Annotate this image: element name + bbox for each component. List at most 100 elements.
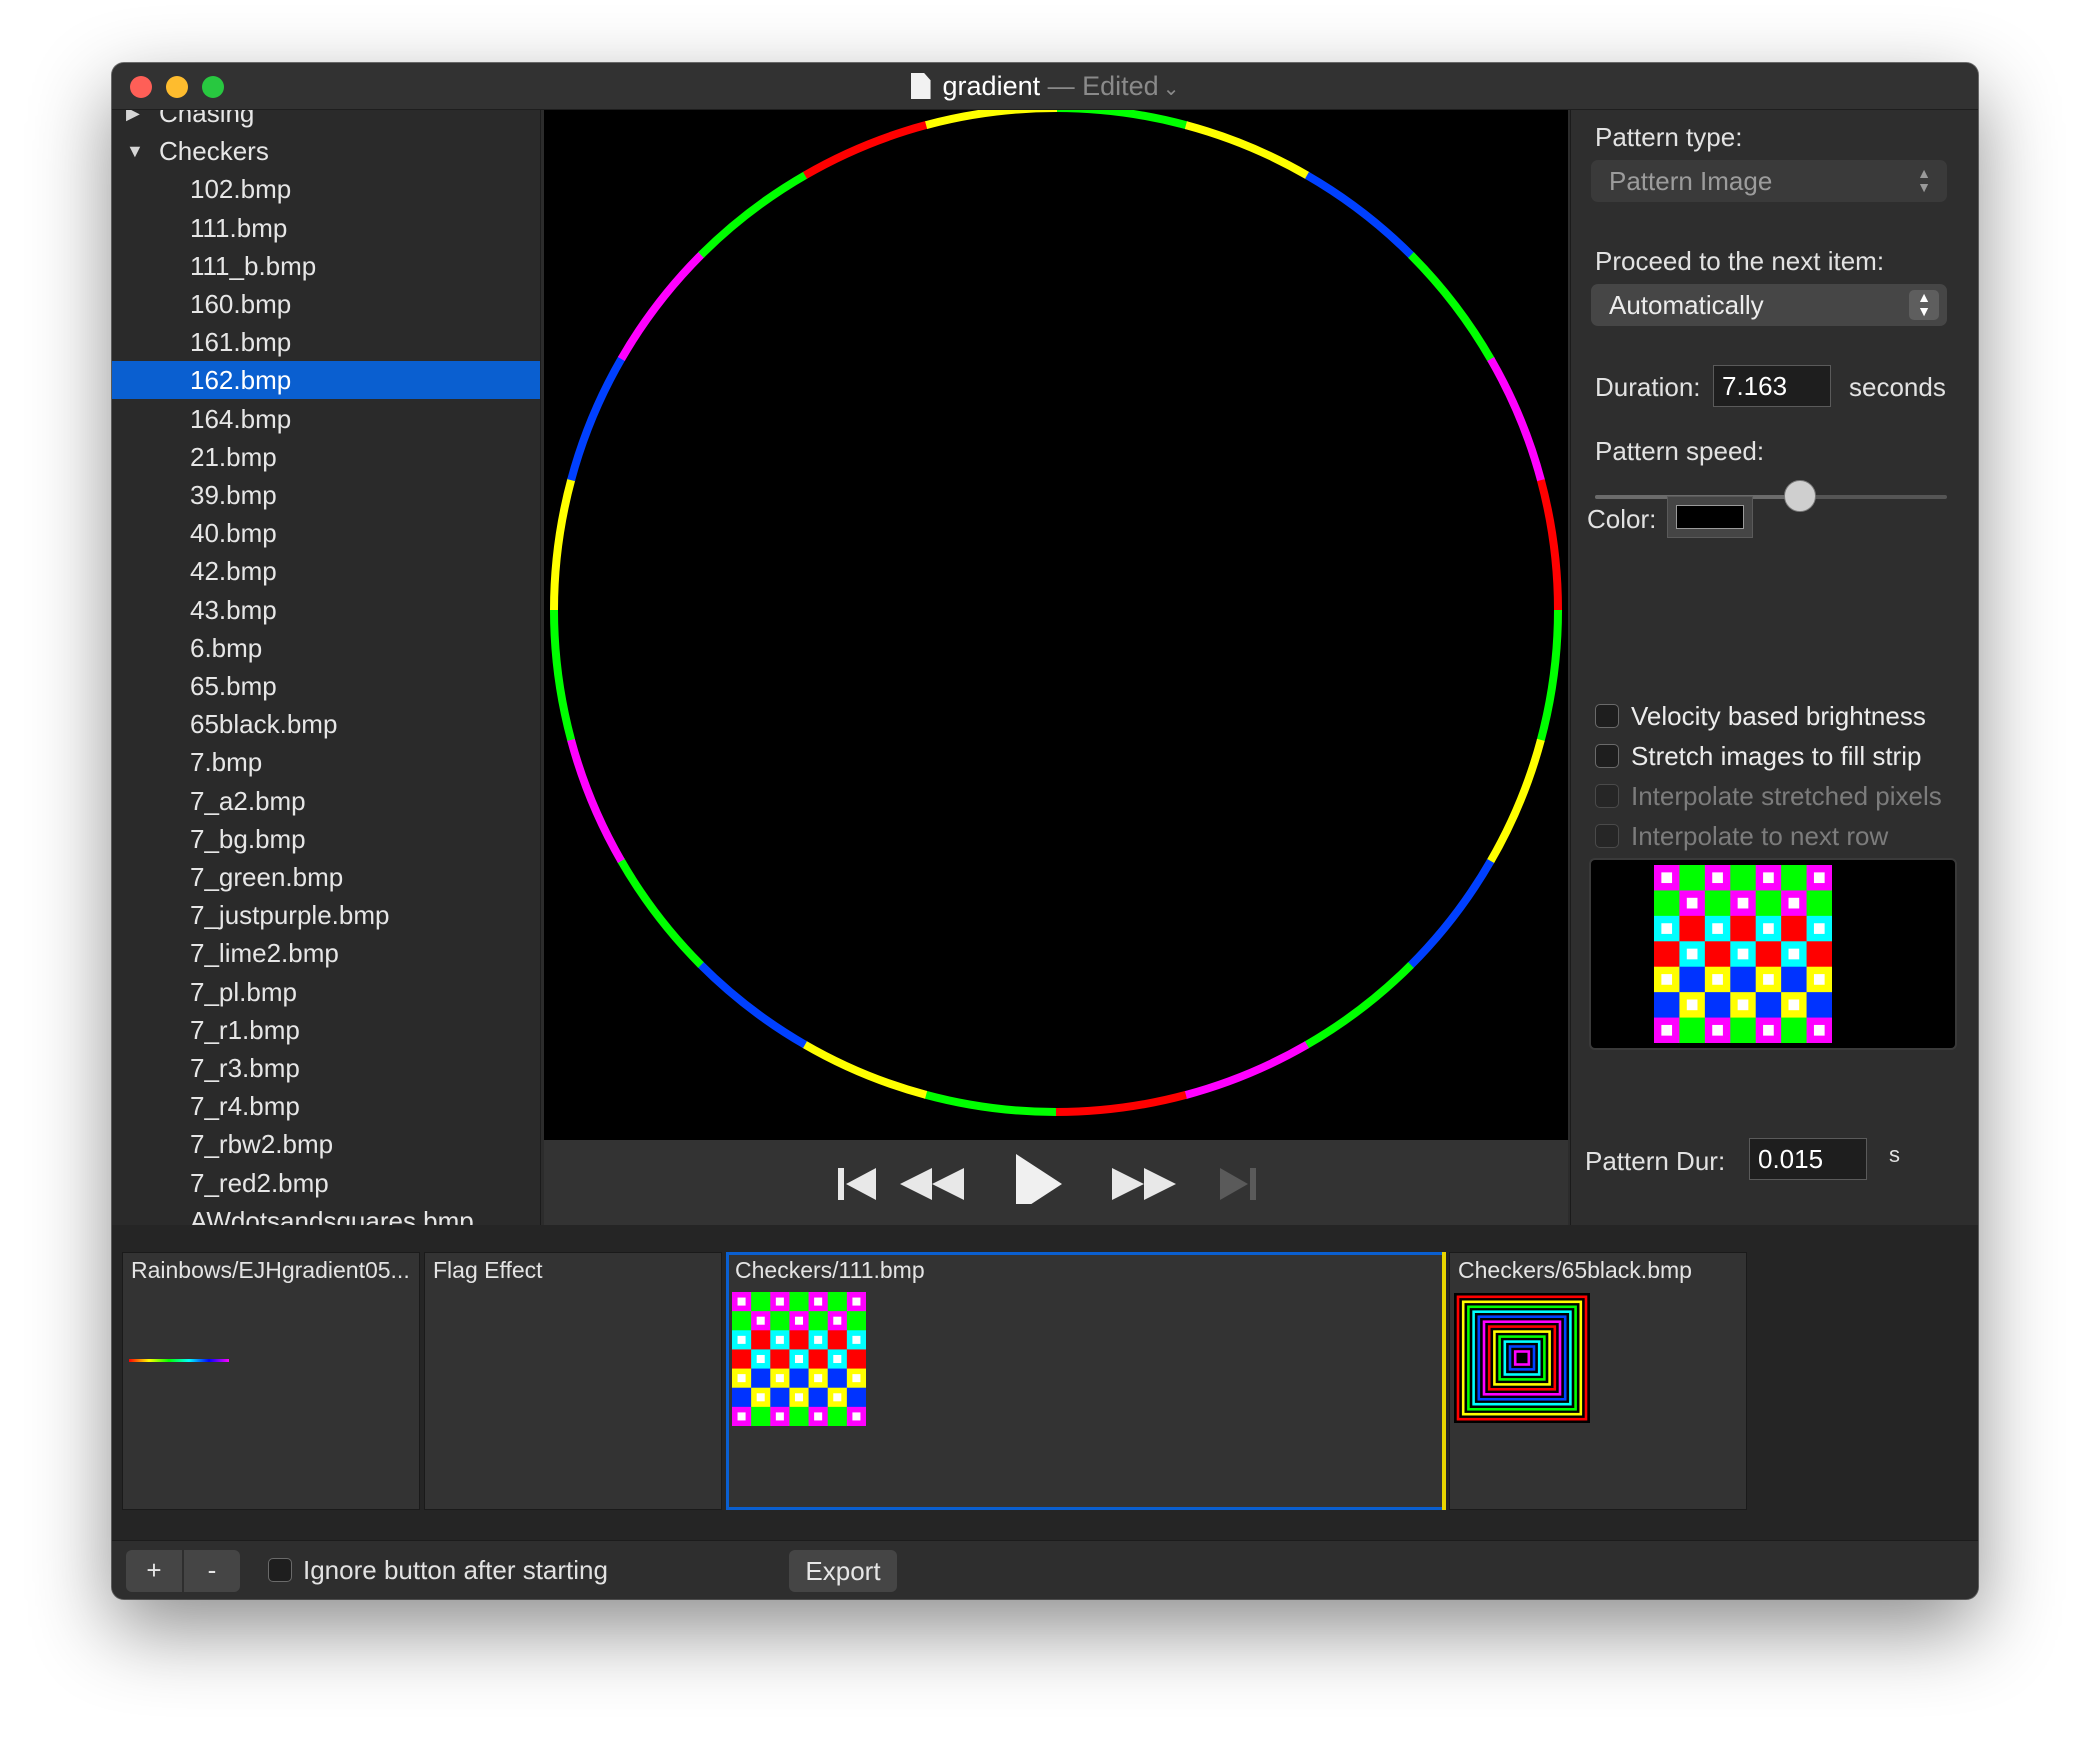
skip-to-end-button[interactable] [1214,1156,1264,1212]
tree-item[interactable]: 111.bmp [112,209,540,247]
tree-item[interactable]: 40.bmp [112,514,540,552]
rewind-button[interactable] [894,1156,970,1212]
checker-dot [1763,974,1774,985]
tree-item[interactable]: 7_a2.bmp [112,782,540,820]
checker-cell [1704,890,1731,917]
pattern-type-popup[interactable]: Pattern Image ▲ ▼ [1591,160,1947,202]
ring-segment [1054,1091,1187,1117]
disclosure-expanded-icon[interactable]: ▼ [126,132,144,170]
tree-item[interactable]: 65.bmp [112,667,540,705]
tree-item[interactable]: 65black.bmp [112,705,540,743]
tree-item[interactable]: 111_b.bmp [112,247,540,285]
tree-item[interactable]: 21.bmp [112,438,540,476]
proceed-popup[interactable]: Automatically ▲ ▼ [1591,284,1947,326]
edited-indicator: — Edited [1047,71,1159,101]
tree-item[interactable]: AWdotsandsquares.bmp [112,1202,540,1225]
tree-item-label: 111.bmp [190,212,288,243]
ring-segment [802,120,929,179]
play-button[interactable] [1004,1148,1068,1204]
tree-item[interactable]: 7_lime2.bmp [112,934,540,972]
tree-item[interactable]: 43.bmp [112,591,540,629]
ignore-button-checkbox[interactable] [268,1558,292,1582]
fast-forward-button[interactable] [1106,1156,1182,1212]
tree-item[interactable]: 7_bg.bmp [112,820,540,858]
ring-segment [698,171,808,258]
tree-item[interactable]: 7_green.bmp [112,858,540,896]
pattern-dur-field[interactable]: 0.015 [1749,1138,1867,1180]
remove-item-button[interactable]: - [184,1550,240,1592]
duration-field[interactable]: 7.163 [1713,365,1831,407]
slider-knob[interactable] [1783,480,1816,512]
tree-item[interactable]: 42.bmp [112,552,540,590]
add-item-button[interactable]: + [126,1550,182,1592]
tree-item[interactable]: 7.bmp [112,743,540,781]
skip-to-start-button[interactable] [834,1156,884,1212]
tree-item[interactable]: 7_pl.bmp [112,973,540,1011]
document-name: gradient [942,71,1041,101]
proceed-label: Proceed to the next item: [1595,246,1885,276]
chevron-down-icon[interactable]: ⌄ [1163,78,1180,100]
checker-dot [852,1297,861,1306]
tree-item[interactable]: 7_red2.bmp [112,1164,540,1202]
tree-item[interactable]: 7_justpurple.bmp [112,896,540,934]
tree-item-label: 39.bmp [190,480,277,510]
checker-cell [732,1311,752,1331]
tree-group-chasing[interactable]: ▶ Chasing [112,110,540,132]
timeline-card-checkers-65black[interactable]: Checkers/65black.bmp [1449,1252,1747,1510]
tree-group-label: Chasing [159,110,255,128]
tree-item[interactable]: 6.bmp [112,629,540,667]
export-button[interactable]: Export [789,1550,897,1592]
checker-dot [1737,999,1749,1011]
disclosure-collapsed-icon[interactable]: ▶ [126,110,140,132]
tree-item[interactable]: 160.bmp [112,285,540,323]
card-title: Flag Effect [433,1257,543,1283]
tree-item[interactable]: 7_r1.bmp [112,1011,540,1049]
option-checkbox[interactable] [1595,704,1619,728]
checker-dot [1686,897,1698,909]
tree-item-label: 7_r4.bmp [190,1091,300,1122]
checker-dot [1737,948,1749,960]
checker-cell [827,1368,848,1389]
tree-group-checkers[interactable]: ▼ Checkers [112,132,540,170]
pattern-dur-label: Pattern Dur: [1585,1146,1726,1176]
ring-segment [617,251,705,361]
checker-cell [732,1387,752,1408]
tree-item-label: 7_r3.bmp [190,1053,300,1083]
ring-segment [1487,356,1546,483]
checker-cell [1781,865,1808,891]
tree-item[interactable]: 7_rbw2.bmp [112,1125,540,1163]
tree-item-label: 42.bmp [190,556,277,587]
option-checkbox [1595,784,1619,808]
checker-cell [751,1368,771,1389]
timeline-card-checkers-111[interactable]: Checkers/111.bmp [726,1252,1445,1510]
ring-segment [1536,609,1562,742]
ignore-button-label: Ignore button after starting [303,1555,608,1585]
pattern-library-sidebar[interactable]: ▶ Chasing ▼ Checkers 102.bmp 111.bmp 111_b.bmp… [112,110,541,1225]
card-title: Checkers/111.bmp [735,1257,925,1283]
timeline-card-flag-effect[interactable]: Flag Effect [424,1252,722,1510]
tree-item-label: 6.bmp [190,632,263,663]
tree-item[interactable]: 161.bmp [112,323,540,361]
tree-item[interactable]: 102.bmp [112,170,540,208]
tree-item[interactable]: 39.bmp [112,476,540,514]
tree-item[interactable]: 162.bmp [112,361,540,400]
checker-cell [1806,890,1832,917]
option-checkbox-label: Stretch images to fill strip [1631,741,1922,771]
checker-cell [846,1387,866,1408]
checker-cell [1679,1017,1706,1043]
checker-cell [1654,992,1680,1019]
tree-item[interactable]: 164.bmp [112,400,540,438]
tree-item[interactable]: 7_r3.bmp [112,1049,540,1087]
option-checkbox[interactable] [1595,744,1619,768]
tree-group-label: Checkers [159,136,269,167]
timeline-card-gradient[interactable]: Rainbows/EJHgradient05... [122,1252,420,1510]
tree-item[interactable]: 7_r4.bmp [112,1087,540,1125]
color-swatch [1676,505,1744,529]
window-title[interactable]: gradient — Edited ⌄ [112,69,1978,106]
pattern-thumbnail-well [1589,858,1957,1050]
checker-dot [1788,897,1800,909]
checker-dot [737,1412,746,1421]
color-well[interactable] [1667,496,1753,538]
title-bar[interactable]: gradient — Edited ⌄ [112,63,1978,110]
tree-item-label: 7_red2.bmp [190,1167,329,1198]
